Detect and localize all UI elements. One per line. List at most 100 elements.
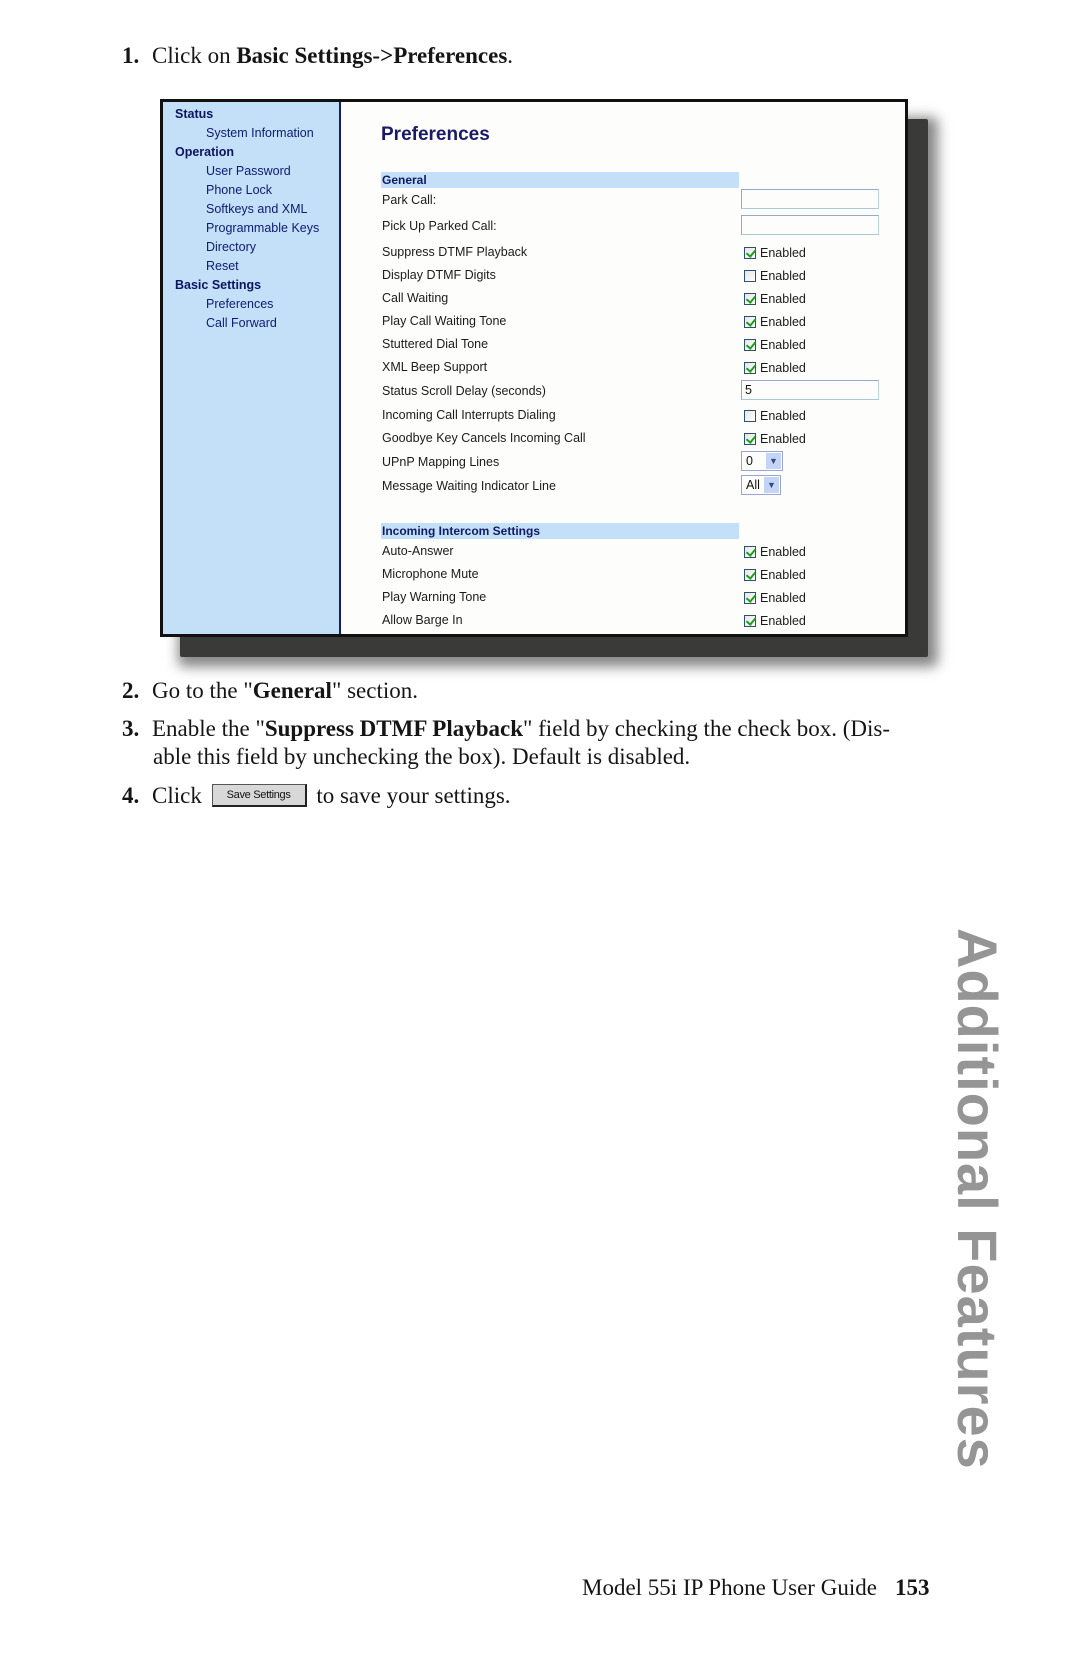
play-call-waiting-tone-checkbox[interactable]: Enabled — [744, 315, 806, 329]
sidebar-section-operation[interactable]: Operation — [175, 145, 234, 159]
field-label-stuttered-dial-tone: Stuttered Dial Tone — [382, 337, 489, 351]
step-number: 2. — [122, 678, 140, 703]
checkbox-label: Enabled — [760, 409, 806, 423]
step-4: 4. Click Save Settings to save your setti… — [122, 782, 511, 810]
suppress-dtmf-playback-checkbox[interactable]: Enabled — [744, 246, 806, 260]
field-label-incoming-call-interrupts-dialing: Incoming Call Interrupts Dialing — [382, 408, 556, 422]
checkbox-label: Enabled — [760, 246, 806, 260]
display-dtmf-digits-checkbox[interactable]: Enabled — [744, 269, 806, 283]
incoming-call-interrupts-dialing-checkbox[interactable]: Enabled — [744, 409, 806, 423]
field-label-goodbye-key-cancels-incoming-call: Goodbye Key Cancels Incoming Call — [382, 431, 586, 445]
stuttered-dial-tone-checkbox[interactable]: Enabled — [744, 338, 806, 352]
sidebar-item-call-forward[interactable]: Call Forward — [206, 316, 277, 330]
checkbox-unchecked-icon[interactable] — [744, 410, 756, 422]
step-number: 1. — [122, 43, 140, 68]
checkbox-label: Enabled — [760, 361, 806, 375]
field-label-microphone-mute: Microphone Mute — [382, 567, 479, 581]
status-scroll-delay-seconds-input[interactable]: 5 — [741, 380, 879, 400]
call-waiting-checkbox[interactable]: Enabled — [744, 292, 806, 306]
sidebar-item-user-password[interactable]: User Password — [206, 164, 291, 178]
checkbox-label: Enabled — [760, 545, 806, 559]
auto-answer-checkbox[interactable]: Enabled — [744, 545, 806, 559]
sidebar-item-directory[interactable]: Directory — [206, 240, 256, 254]
step-text-end: to save your settings. — [316, 783, 511, 808]
checkbox-checked-icon[interactable] — [744, 316, 756, 328]
field-label-display-dtmf-digits: Display DTMF Digits — [382, 268, 496, 282]
sidebar-item-softkeys-and-xml[interactable]: Softkeys and XML — [206, 202, 307, 216]
step-emphasis: Basic Settings->Preferences — [236, 43, 508, 68]
section-header-general: General — [381, 172, 739, 188]
xml-beep-support-checkbox[interactable]: Enabled — [744, 361, 806, 375]
checkbox-label: Enabled — [760, 269, 806, 283]
checkbox-unchecked-icon[interactable] — [744, 270, 756, 282]
sidebar-item-preferences[interactable]: Preferences — [206, 297, 273, 311]
sidebar-section-basic-settings[interactable]: Basic Settings — [175, 278, 261, 292]
checkbox-checked-icon[interactable] — [744, 339, 756, 351]
checkbox-label: Enabled — [760, 338, 806, 352]
section-header-intercom: Incoming Intercom Settings — [381, 523, 739, 539]
step-text: Go to the " — [152, 678, 253, 703]
checkbox-checked-icon[interactable] — [744, 569, 756, 581]
step-number: 4. — [122, 783, 140, 808]
field-label-auto-answer: Auto-Answer — [382, 544, 454, 558]
step-text: Click on — [152, 43, 237, 68]
field-label-play-call-waiting-tone: Play Call Waiting Tone — [382, 314, 507, 328]
checkbox-checked-icon[interactable] — [744, 615, 756, 627]
microphone-mute-checkbox[interactable]: Enabled — [744, 568, 806, 582]
step-emphasis: Suppress DTMF Playback — [264, 716, 523, 741]
preferences-content: Preferences General Incoming Intercom Se… — [341, 102, 905, 634]
page-number: 153 — [894, 1575, 930, 1600]
step-number: 3. — [122, 716, 140, 741]
field-label-play-warning-tone: Play Warning Tone — [382, 590, 487, 604]
page-footer: Model 55i IP Phone User Guide 153 — [582, 1575, 929, 1601]
preferences-screenshot: Status System Information Operation User Pa… — [160, 99, 908, 637]
step-text-end: . — [507, 43, 514, 68]
checkbox-checked-icon[interactable] — [744, 433, 756, 445]
checkbox-label: Enabled — [760, 292, 806, 306]
sidebar-item-phone-lock[interactable]: Phone Lock — [206, 183, 272, 197]
step-text: Click — [152, 783, 202, 808]
field-label-suppress-dtmf-playback: Suppress DTMF Playback — [382, 245, 528, 259]
checkbox-label: Enabled — [760, 614, 806, 628]
pick-up-parked-call-input[interactable] — [741, 215, 879, 235]
footer-title: Model 55i IP Phone User Guide — [582, 1575, 877, 1600]
checkbox-label: Enabled — [760, 568, 806, 582]
step-text-end: " section. — [331, 678, 418, 703]
select-value: 0 — [746, 454, 753, 468]
select-value: All — [746, 478, 760, 492]
checkbox-checked-icon[interactable] — [744, 592, 756, 604]
field-label-message-waiting-indicator-line: Message Waiting Indicator Line — [382, 479, 556, 493]
goodbye-key-cancels-incoming-call-checkbox[interactable]: Enabled — [744, 432, 806, 446]
field-label-call-waiting: Call Waiting — [382, 291, 449, 305]
step-emphasis: General — [252, 678, 332, 703]
sidebar-item-system-information[interactable]: System Information — [206, 126, 314, 140]
checkbox-label: Enabled — [760, 315, 806, 329]
checkbox-checked-icon[interactable] — [744, 362, 756, 374]
sidebar-item-reset[interactable]: Reset — [206, 259, 239, 273]
checkbox-checked-icon[interactable] — [744, 546, 756, 558]
checkbox-label: Enabled — [760, 432, 806, 446]
chapter-side-tab: Additional Features — [946, 928, 1009, 1470]
step-text-continued: able this field by unchecking the box). … — [153, 744, 691, 769]
step-2: 2. Go to the "General" section. — [122, 677, 418, 705]
step-1: 1. Click on Basic Settings->Preferences. — [122, 42, 513, 70]
page-title: Preferences — [381, 124, 490, 145]
save-settings-button-image: Save Settings — [211, 784, 307, 808]
checkbox-checked-icon[interactable] — [744, 293, 756, 305]
chevron-down-icon[interactable]: ▼ — [766, 453, 781, 469]
step-text: Enable the " — [152, 716, 265, 741]
field-label-park-call: Park Call: — [382, 193, 437, 207]
field-label-status-scroll-delay-seconds: Status Scroll Delay (seconds) — [382, 384, 546, 398]
checkbox-label: Enabled — [760, 591, 806, 605]
checkbox-checked-icon[interactable] — [744, 247, 756, 259]
allow-barge-in-checkbox[interactable]: Enabled — [744, 614, 806, 628]
park-call-input[interactable] — [741, 189, 879, 209]
sidebar-section-status[interactable]: Status — [175, 107, 213, 121]
sidebar-item-programmable-keys[interactable]: Programmable Keys — [206, 221, 319, 235]
field-label-pick-up-parked-call: Pick Up Parked Call: — [382, 219, 497, 233]
chevron-down-icon[interactable]: ▼ — [764, 477, 779, 493]
play-warning-tone-checkbox[interactable]: Enabled — [744, 591, 806, 605]
step-text-end: " field by checking the check box. (Dis- — [523, 716, 891, 741]
upnp-mapping-lines-select[interactable]: 0 ▼ — [741, 451, 783, 471]
message-waiting-indicator-line-select[interactable]: All ▼ — [741, 475, 781, 495]
